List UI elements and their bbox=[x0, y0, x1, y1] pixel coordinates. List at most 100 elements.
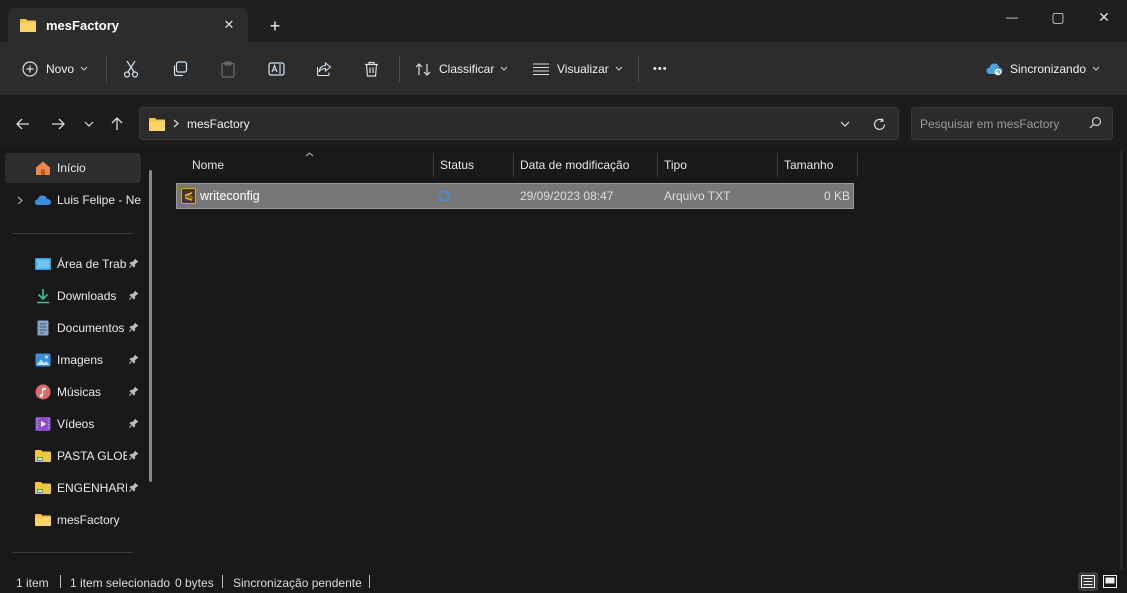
copy-button[interactable] bbox=[172, 54, 188, 84]
tab-mesfactory[interactable]: mesFactory ✕ bbox=[8, 8, 248, 42]
sidebar-item-documents[interactable]: Documentos bbox=[5, 313, 141, 343]
pin-icon[interactable] bbox=[129, 386, 139, 396]
sidebar-item-label: Vídeos bbox=[57, 417, 95, 431]
command-bar: Novo Classificar Visualizar ••• Sincroni… bbox=[0, 42, 1127, 96]
table-row[interactable]: writeconfig 29/09/2023 08:47 Arquivo TXT… bbox=[176, 183, 854, 209]
sidebar-item-pictures[interactable]: Imagens bbox=[5, 345, 141, 375]
pin-icon[interactable] bbox=[129, 354, 139, 364]
cut-button[interactable] bbox=[123, 54, 139, 84]
column-divider[interactable] bbox=[513, 153, 514, 177]
chevron-down-icon bbox=[1092, 66, 1100, 71]
plus-circle-icon bbox=[22, 61, 38, 77]
file-list: Nome Status Data de modificação Tipo Tam… bbox=[160, 150, 1127, 570]
pin-icon[interactable] bbox=[129, 450, 139, 460]
status-separator bbox=[369, 575, 370, 588]
column-header-name[interactable]: Nome bbox=[192, 151, 224, 179]
more-icon: ••• bbox=[653, 63, 668, 75]
new-tab-button[interactable]: + bbox=[262, 13, 288, 39]
view-button[interactable]: Visualizar bbox=[533, 54, 623, 84]
column-header-type[interactable]: Tipo bbox=[664, 151, 687, 179]
recent-locations-button[interactable] bbox=[76, 111, 102, 137]
sidebar-item-label: Luis Felipe - Nev bbox=[57, 193, 141, 207]
details-view-button[interactable] bbox=[1078, 572, 1098, 591]
sidebar-item-label: ENGENHARIA bbox=[57, 481, 127, 495]
search-box[interactable] bbox=[911, 107, 1113, 140]
sort-icon bbox=[415, 62, 431, 76]
sidebar-item-label: Documentos bbox=[57, 321, 125, 335]
up-button[interactable] bbox=[104, 111, 130, 137]
more-options-button[interactable]: ••• bbox=[653, 54, 668, 84]
sublime-text-file-icon bbox=[181, 188, 196, 204]
close-tab-icon[interactable]: ✕ bbox=[218, 14, 240, 36]
sort-button[interactable]: Classificar bbox=[415, 54, 508, 84]
tab-title: mesFactory bbox=[46, 17, 119, 33]
file-name[interactable]: writeconfig bbox=[200, 189, 260, 203]
arrow-up-icon bbox=[111, 117, 123, 130]
refresh-button[interactable] bbox=[868, 113, 890, 135]
column-divider[interactable] bbox=[433, 153, 434, 177]
arrow-right-icon bbox=[52, 118, 65, 130]
sidebar-item-inicio[interactable]: Início bbox=[5, 153, 141, 183]
file-modified-date: 29/09/2023 08:47 bbox=[520, 189, 614, 203]
toolbar-separator bbox=[106, 56, 107, 82]
minimize-button[interactable]: — bbox=[989, 0, 1035, 34]
videos-icon bbox=[35, 417, 51, 431]
column-divider[interactable] bbox=[857, 153, 858, 177]
network-folder-icon bbox=[35, 450, 51, 462]
sidebar-item-engenharia[interactable]: ENGENHARIA bbox=[5, 473, 141, 503]
search-input[interactable] bbox=[920, 115, 1080, 133]
new-button[interactable]: Novo bbox=[22, 54, 88, 84]
sidebar-item-desktop[interactable]: Área de Trabalho bbox=[5, 249, 141, 279]
documents-icon bbox=[37, 320, 49, 336]
scissors-icon bbox=[123, 60, 139, 78]
breadcrumb-mesfactory[interactable]: mesFactory bbox=[187, 117, 250, 131]
column-divider[interactable] bbox=[657, 153, 658, 177]
pin-icon[interactable] bbox=[129, 290, 139, 300]
pin-icon[interactable] bbox=[129, 258, 139, 268]
pin-icon[interactable] bbox=[129, 482, 139, 492]
selection-size: 0 bytes bbox=[175, 576, 214, 590]
delete-button[interactable] bbox=[364, 54, 379, 84]
sort-button-label: Classificar bbox=[439, 62, 495, 76]
address-history-button[interactable] bbox=[834, 113, 856, 135]
forward-button[interactable] bbox=[45, 111, 71, 137]
rename-button[interactable] bbox=[268, 54, 285, 84]
chevron-right-icon[interactable] bbox=[17, 196, 23, 205]
sidebar-item-videos[interactable]: Vídeos bbox=[5, 409, 141, 439]
file-type: Arquivo TXT bbox=[664, 189, 731, 203]
pictures-icon bbox=[35, 353, 51, 367]
sidebar-item-mesfactory[interactable]: mesFactory bbox=[5, 505, 141, 535]
address-bar[interactable]: mesFactory bbox=[139, 107, 899, 140]
pin-icon[interactable] bbox=[129, 418, 139, 428]
back-button[interactable] bbox=[10, 111, 36, 137]
column-divider[interactable] bbox=[777, 153, 778, 177]
column-header-size[interactable]: Tamanho bbox=[784, 151, 833, 179]
sidebar-item-downloads[interactable]: Downloads bbox=[5, 281, 141, 311]
sidebar-item-pasta-global[interactable]: PASTA GLOBAL bbox=[5, 441, 141, 471]
sidebar-item-label: Imagens bbox=[57, 353, 104, 367]
home-icon bbox=[36, 161, 50, 175]
list-view-icon bbox=[533, 63, 549, 75]
sort-ascending-icon bbox=[305, 152, 314, 157]
thumbnail-view-button[interactable] bbox=[1100, 572, 1120, 591]
close-window-button[interactable]: ✕ bbox=[1081, 0, 1127, 34]
sidebar-item-label: Downloads bbox=[57, 289, 117, 303]
clipboard-icon bbox=[221, 60, 235, 78]
title-bar: mesFactory ✕ + — ▢ ✕ bbox=[0, 0, 1127, 42]
column-header-status[interactable]: Status bbox=[440, 151, 474, 179]
copy-icon bbox=[173, 61, 188, 77]
sidebar-item-music[interactable]: Músicas bbox=[5, 377, 141, 407]
paste-button[interactable] bbox=[220, 54, 236, 84]
sidebar-scrollbar[interactable] bbox=[149, 170, 152, 482]
sync-status-button[interactable]: Sincronizando bbox=[986, 54, 1100, 84]
sidebar-item-onedrive[interactable]: Luis Felipe - Nev bbox=[5, 185, 141, 215]
maximize-button[interactable]: ▢ bbox=[1035, 0, 1081, 34]
pin-icon[interactable] bbox=[129, 322, 139, 332]
sync-pending-icon bbox=[438, 190, 451, 202]
column-header-modified[interactable]: Data de modificação bbox=[520, 151, 629, 179]
folder-icon bbox=[20, 19, 36, 32]
share-button[interactable] bbox=[316, 54, 332, 84]
search-icon[interactable] bbox=[1089, 116, 1102, 129]
navigation-pane: Início Luis Felipe - Nev Área de Trabalh… bbox=[0, 150, 160, 570]
content-scrollbar-track[interactable] bbox=[1120, 150, 1123, 570]
